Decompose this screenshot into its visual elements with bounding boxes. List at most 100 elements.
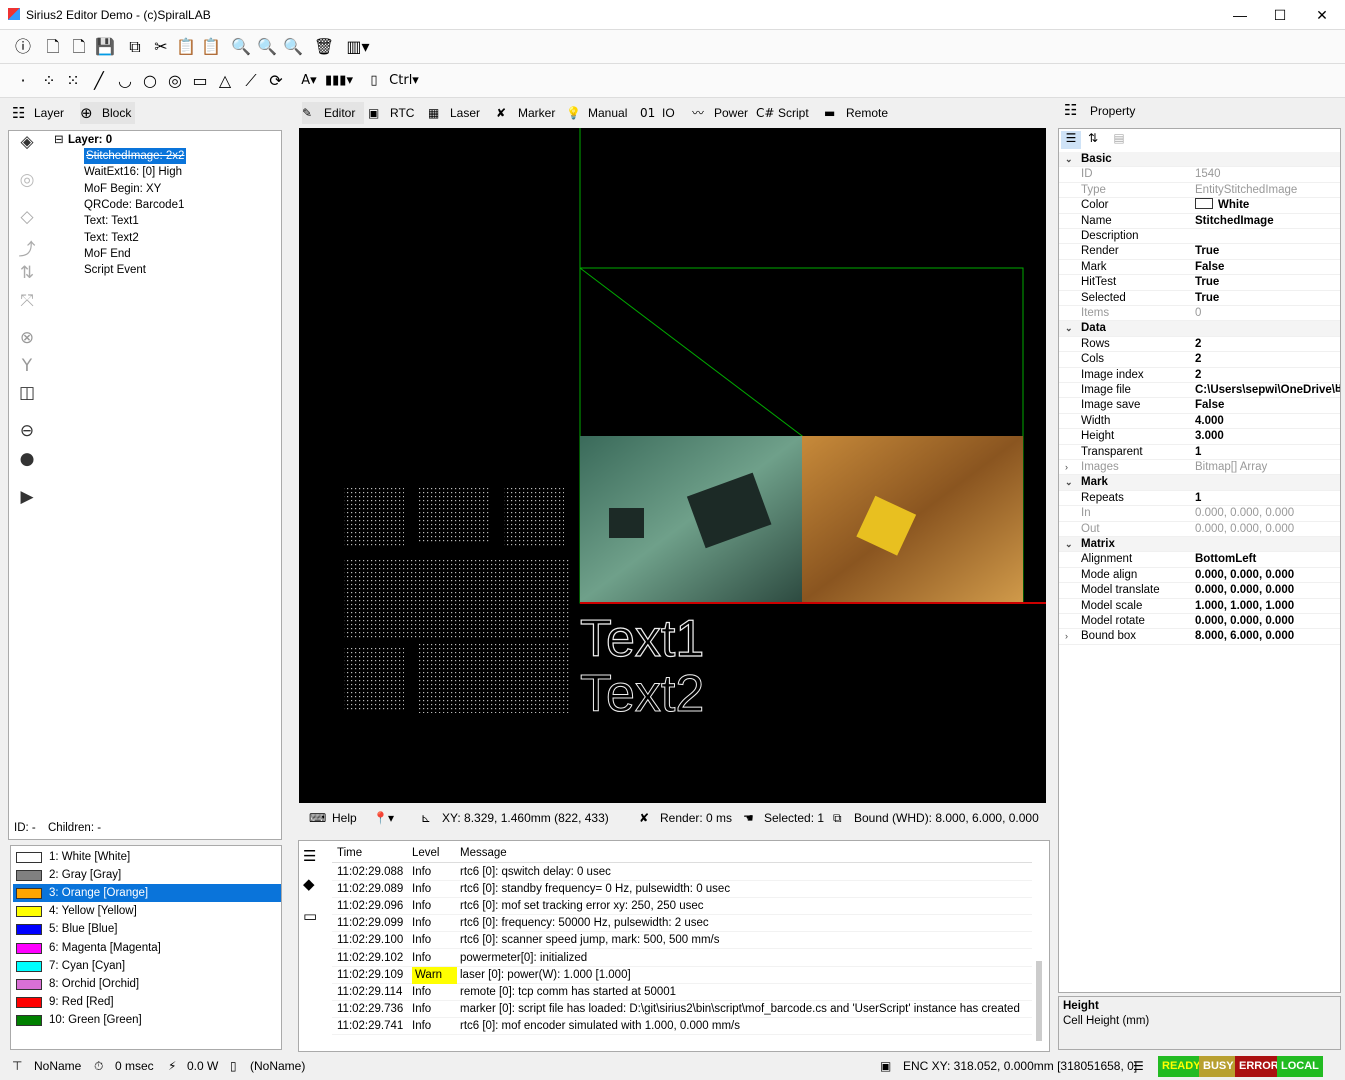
property-row[interactable]: In 0.000, 0.000, 0.000: [1059, 506, 1340, 522]
property-row[interactable]: Description: [1059, 229, 1340, 245]
tree-item[interactable]: StitchedImage: 2x2: [84, 148, 187, 164]
log-row[interactable]: 11:02:29.088 Info rtc6 [0]: qswitch delay:…: [332, 864, 1032, 881]
tab-io[interactable]: 01 IO: [640, 102, 684, 124]
tab-script[interactable]: C# Script: [756, 102, 818, 124]
property-row[interactable]: Items 0: [1059, 306, 1340, 322]
toolbar2-button-14-icon[interactable]: Ctrl▾: [387, 70, 421, 92]
export-icon[interactable]: ▶: [10, 487, 44, 513]
toolbar2-button-10-icon[interactable]: ⟳: [265, 70, 287, 92]
toolbar1-button-2-icon[interactable]: 🗋: [68, 36, 90, 58]
log-col-message[interactable]: Message: [460, 843, 507, 863]
toolbar1-button-6-icon[interactable]: 📋: [175, 36, 197, 58]
property-value[interactable]: 0.000, 0.000, 0.000: [1195, 583, 1340, 598]
property-row[interactable]: Out 0.000, 0.000, 0.000: [1059, 522, 1340, 537]
toolbar2-button-4-icon[interactable]: ◡: [114, 70, 136, 92]
toolbar2-button-8-icon[interactable]: △: [214, 70, 236, 92]
property-value[interactable]: 1.000, 1.000, 1.000: [1195, 599, 1340, 614]
toolbar2-button-2-icon[interactable]: ⁙: [62, 70, 84, 92]
property-row[interactable]: Cols 2: [1059, 352, 1340, 368]
toolbar1-button-9-icon[interactable]: 🔍: [256, 36, 278, 58]
toolbar2-button-13-icon[interactable]: ▯: [357, 70, 391, 92]
toolbar1-button-11-icon[interactable]: 🗑: [313, 36, 335, 58]
toolbar2-button-1-icon[interactable]: ⁘: [38, 70, 60, 92]
property-value[interactable]: False: [1195, 260, 1340, 275]
toolbar1-button-3-icon[interactable]: 💾: [94, 36, 116, 58]
toolbar2-button-7-icon[interactable]: ▭: [189, 70, 211, 92]
eraser-icon[interactable]: ◆: [303, 875, 315, 893]
log-scrollbar[interactable]: [1036, 961, 1042, 1041]
property-row[interactable]: Name StitchedImage: [1059, 214, 1340, 229]
property-row[interactable]: Mark False: [1059, 260, 1340, 276]
editor-canvas[interactable]: Text1 Text2: [299, 128, 1046, 803]
log-col-time[interactable]: Time: [337, 843, 362, 863]
tree-item[interactable]: Script Event: [84, 262, 146, 278]
property-row[interactable]: Color White: [1059, 198, 1340, 214]
property-row[interactable]: › Bound box 8.000, 6.000, 0.000: [1059, 629, 1340, 645]
property-row[interactable]: ID 1540: [1059, 167, 1340, 183]
property-tab[interactable]: Property: [1090, 104, 1135, 118]
log-row[interactable]: 11:02:29.096 Info rtc6 [0]: mof set tracki…: [332, 898, 1032, 916]
property-value[interactable]: True: [1195, 291, 1340, 306]
toolbar2-button-3-icon[interactable]: ╱: [88, 70, 110, 92]
property-pages-icon[interactable]: ▤: [1109, 131, 1129, 149]
color-item[interactable]: 1: White [White]: [13, 848, 281, 866]
property-value[interactable]: 1540: [1195, 167, 1340, 182]
log-row[interactable]: 11:02:29.736 Info marker [0]: script file …: [332, 1001, 1032, 1018]
group-icon[interactable]: ◫: [10, 383, 44, 409]
tree-item[interactable]: WaitExt16: [0] High: [84, 164, 182, 180]
property-value[interactable]: 0.000, 0.000, 0.000: [1195, 522, 1340, 537]
tree-item[interactable]: MoF Begin: XY: [84, 181, 161, 197]
log-col-level[interactable]: Level: [412, 843, 440, 863]
keyboard-icon[interactable]: ⌨: [309, 811, 326, 825]
tree-item[interactable]: MoF End: [84, 246, 131, 262]
property-value[interactable]: White: [1195, 198, 1340, 213]
toolbar1-button-7-icon[interactable]: 📋: [200, 36, 222, 58]
property-value[interactable]: 0.000, 0.000, 0.000: [1195, 614, 1340, 629]
log-list-icon[interactable]: ☰: [303, 847, 316, 865]
tab-rtc[interactable]: ▣ RTC: [368, 102, 424, 124]
tab-laser[interactable]: ▦ Laser: [428, 102, 492, 124]
tree-collapse-icon[interactable]: ⊟: [54, 132, 64, 148]
log-row[interactable]: 11:02:29.102 Info powermeter[0]: initializ…: [332, 950, 1032, 967]
property-value[interactable]: StitchedImage: [1195, 214, 1340, 229]
color-item[interactable]: 8: Orchid [Orchid]: [13, 975, 281, 993]
toolbar1-button-5-icon[interactable]: ✂: [150, 36, 172, 58]
color-item[interactable]: 9: Red [Red]: [13, 993, 281, 1011]
help-label[interactable]: Help: [332, 811, 357, 825]
property-value[interactable]: BottomLeft: [1195, 552, 1340, 567]
expand-chevron-icon[interactable]: ›: [1065, 629, 1068, 644]
property-row[interactable]: Image index 2: [1059, 368, 1340, 383]
property-value[interactable]: Bitmap[] Array: [1195, 460, 1340, 475]
3d-icon[interactable]: ◎: [10, 170, 44, 196]
log-row[interactable]: 11:02:29.114 Info remote [0]: tcp comm has…: [332, 984, 1032, 1001]
log-row[interactable]: 11:02:29.089 Info rtc6 [0]: standby freque…: [332, 881, 1032, 899]
log-row[interactable]: 11:02:29.741 Info rtc6 [0]: mof encoder si…: [332, 1018, 1032, 1035]
arrow-out-icon[interactable]: ●: [10, 449, 44, 475]
property-row[interactable]: Model rotate 0.000, 0.000, 0.000: [1059, 614, 1340, 630]
color-item[interactable]: 3: Orange [Orange]: [13, 884, 281, 903]
color-item[interactable]: 7: Cyan [Cyan]: [13, 957, 281, 975]
property-value[interactable]: 2: [1195, 352, 1340, 367]
merge-icon[interactable]: Y: [10, 356, 44, 382]
path-icon[interactable]: ⤴: [10, 235, 44, 261]
color-item[interactable]: 4: Yellow [Yellow]: [13, 902, 281, 920]
tab-remote[interactable]: ▬ Remote: [824, 102, 898, 124]
close-button[interactable]: ✕: [1302, 4, 1342, 26]
property-value[interactable]: 0.000, 0.000, 0.000: [1195, 568, 1340, 583]
color-item[interactable]: 6: Magenta [Magenta]: [13, 939, 281, 957]
expand-chevron-icon[interactable]: ›: [1065, 460, 1068, 475]
property-value[interactable]: 1: [1195, 445, 1340, 460]
property-row[interactable]: Alignment BottomLeft: [1059, 552, 1340, 568]
property-row[interactable]: Rows 2: [1059, 337, 1340, 353]
property-row[interactable]: › Images Bitmap[] Array: [1059, 460, 1340, 476]
tree-item[interactable]: QRCode: Barcode1: [84, 197, 184, 213]
tab-layer[interactable]: ☷ Layer: [12, 102, 64, 124]
property-value[interactable]: 1: [1195, 491, 1340, 506]
alphabetical-icon[interactable]: ⇅: [1083, 131, 1103, 149]
tree-root[interactable]: Layer: 0: [68, 132, 112, 148]
color-item[interactable]: 5: Blue [Blue]: [13, 920, 281, 938]
sort-icon[interactable]: ⇅: [10, 263, 44, 289]
property-row[interactable]: Transparent 1: [1059, 445, 1340, 460]
color-item[interactable]: 10: Green [Green]: [13, 1011, 281, 1029]
tab-manual[interactable]: 💡 Manual: [566, 102, 636, 124]
